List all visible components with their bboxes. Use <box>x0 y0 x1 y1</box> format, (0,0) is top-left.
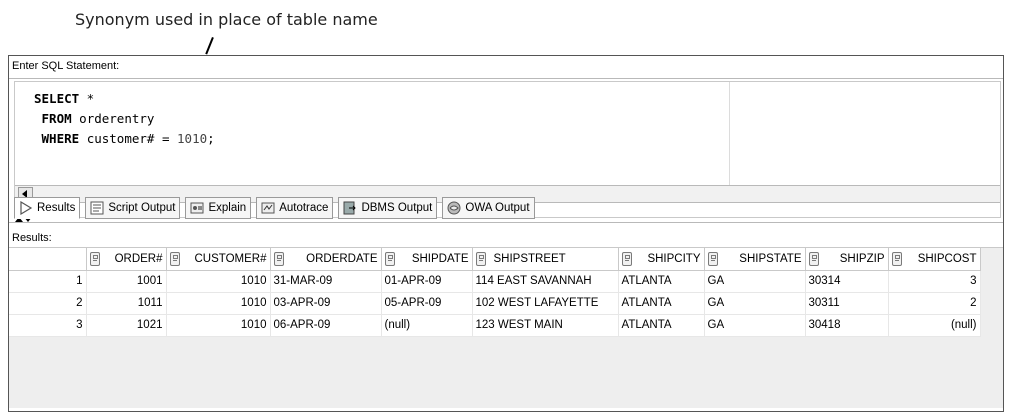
annotation-pointer-line <box>205 37 214 55</box>
cell[interactable]: 03-APR-09 <box>270 292 382 315</box>
table-row[interactable]: 1 1001 1010 31-MAR-09 01-APR-09 114 EAST… <box>9 270 981 293</box>
column-key-icon <box>169 251 180 266</box>
results-table: ORDER# CUSTOMER# ORDERDATE SHIPDATE SHIP… <box>9 248 981 337</box>
tab-label: DBMS Output <box>361 202 433 214</box>
cell[interactable]: 01-APR-09 <box>381 270 473 293</box>
column-header[interactable]: CUSTOMER# <box>166 248 271 271</box>
cell[interactable]: 3 <box>888 270 981 293</box>
row-number: 1 <box>9 270 87 293</box>
tab-dbms-output[interactable]: DBMS Output <box>338 197 438 219</box>
results-label: Results: <box>12 232 52 244</box>
cell[interactable]: 1010 <box>166 292 271 315</box>
row-number: 3 <box>9 314 87 337</box>
explain-icon <box>190 201 204 215</box>
column-key-icon <box>475 251 486 266</box>
cell[interactable]: GA <box>704 314 806 337</box>
tab-label: Autotrace <box>279 202 329 214</box>
row-number: 2 <box>9 292 87 315</box>
sql-keyword: WHERE <box>41 131 80 146</box>
cell[interactable]: (null) <box>888 314 981 337</box>
sql-text: customer# = <box>79 131 178 146</box>
column-header[interactable]: ORDERDATE <box>270 248 382 271</box>
sql-statement-label: Enter SQL Statement: <box>12 60 120 72</box>
table-row[interactable]: 2 1011 1010 03-APR-09 05-APR-09 102 WEST… <box>9 292 981 315</box>
cell[interactable]: 30418 <box>805 314 889 337</box>
sql-code[interactable]: SELECT * FROM orderentry WHERE customer#… <box>34 89 215 149</box>
sql-worksheet-window: Enter SQL Statement: SELECT * FROM order… <box>8 55 1004 412</box>
tab-label: Script Output <box>108 202 176 214</box>
annotation-caption: Synonym used in place of table name <box>75 10 378 29</box>
tab-label: OWA Output <box>465 202 530 214</box>
sql-line-1: SELECT * <box>34 89 215 109</box>
cell[interactable]: 30314 <box>805 270 889 293</box>
column-header[interactable]: ORDER# <box>86 248 167 271</box>
owa-output-icon <box>447 201 461 215</box>
column-header[interactable]: SHIPCITY <box>618 248 705 271</box>
column-header[interactable]: SHIPZIP <box>805 248 889 271</box>
tab-label: Explain <box>208 202 247 214</box>
cell[interactable]: ATLANTA <box>618 314 705 337</box>
sql-line-2: FROM orderentry <box>34 109 215 129</box>
tab-results[interactable]: Results <box>14 197 81 219</box>
tab-owa-output[interactable]: OWA Output <box>442 197 535 219</box>
column-key-icon <box>621 251 632 266</box>
tab-script-output[interactable]: Script Output <box>85 197 181 219</box>
cell[interactable]: 2 <box>888 292 981 315</box>
cell[interactable]: GA <box>704 270 806 293</box>
editor-margin-line <box>729 82 730 186</box>
cell[interactable]: 05-APR-09 <box>381 292 473 315</box>
cell[interactable]: 123 WEST MAIN <box>472 314 619 337</box>
sql-line-3: WHERE customer# = 1010; <box>34 129 215 149</box>
sql-text: * <box>79 91 95 106</box>
header-row: ORDER# CUSTOMER# ORDERDATE SHIPDATE SHIP… <box>9 248 981 271</box>
column-key-icon <box>384 251 395 266</box>
sql-keyword: FROM <box>41 111 72 126</box>
column-header[interactable]: SHIPCOST <box>888 248 981 271</box>
cell[interactable]: 31-MAR-09 <box>270 270 382 293</box>
cell[interactable]: (null) <box>381 314 473 337</box>
cell[interactable]: 114 EAST SAVANNAH <box>472 270 619 293</box>
sql-text: orderentry <box>71 111 155 126</box>
autotrace-icon <box>261 201 275 215</box>
cell[interactable]: 06-APR-09 <box>270 314 382 337</box>
cell[interactable]: GA <box>704 292 806 315</box>
table-row[interactable]: 3 1021 1010 06-APR-09 (null) 123 WEST MA… <box>9 314 981 337</box>
cell[interactable]: 1010 <box>166 314 271 337</box>
column-key-icon <box>707 251 718 266</box>
divider <box>9 78 1003 79</box>
results-play-icon <box>19 200 33 216</box>
cell[interactable]: 1011 <box>86 292 167 315</box>
column-key-icon <box>89 251 100 266</box>
cell[interactable]: ATLANTA <box>618 270 705 293</box>
cell[interactable]: 102 WEST LAFAYETTE <box>472 292 619 315</box>
cell[interactable]: 1021 <box>86 314 167 337</box>
script-output-icon <box>90 201 104 215</box>
sql-text: ; <box>207 131 215 146</box>
results-grid: ORDER# CUSTOMER# ORDERDATE SHIPDATE SHIP… <box>9 247 1003 408</box>
column-header[interactable]: SHIPSTATE <box>704 248 806 271</box>
row-number-header <box>9 248 87 271</box>
output-tabs: Results Script Output Explain Autotrace … <box>14 197 535 219</box>
column-header[interactable]: SHIPDATE <box>381 248 473 271</box>
sql-keyword: SELECT <box>34 91 80 106</box>
tab-label: Results <box>37 202 76 214</box>
dbms-output-icon <box>343 201 357 215</box>
sql-number: 1010 <box>177 131 208 146</box>
column-key-icon <box>808 251 819 266</box>
cell[interactable]: ATLANTA <box>618 292 705 315</box>
cell[interactable]: 30311 <box>805 292 889 315</box>
tab-autotrace[interactable]: Autotrace <box>256 197 334 219</box>
column-key-icon <box>891 251 902 266</box>
column-header[interactable]: SHIPSTREET <box>472 248 619 271</box>
column-key-icon <box>273 251 284 266</box>
cell[interactable]: 1001 <box>86 270 167 293</box>
tab-explain[interactable]: Explain <box>185 197 252 219</box>
cell[interactable]: 1010 <box>166 270 271 293</box>
splitter-line <box>9 222 1003 223</box>
